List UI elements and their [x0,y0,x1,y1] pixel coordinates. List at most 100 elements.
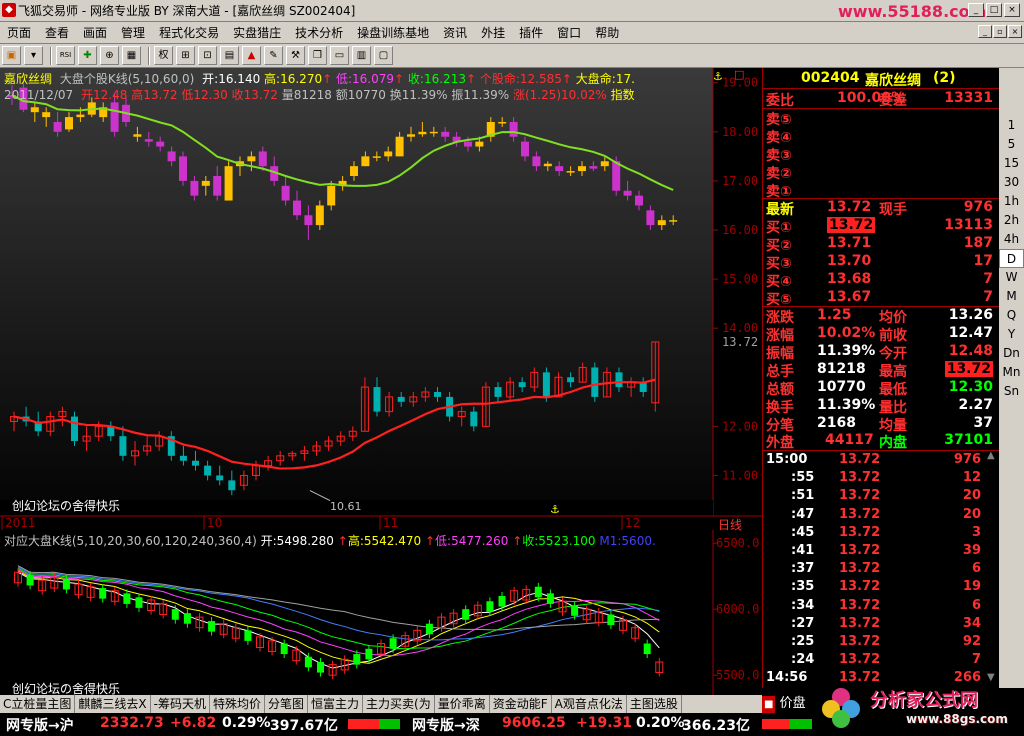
window-icon[interactable]: ▭ [330,46,349,65]
tick-row: :41 13.72 39 [763,543,985,561]
app-logo-icon: ◆ [2,3,16,17]
tick-price: 13.72 [839,670,881,686]
period-30[interactable]: 30 [999,173,1024,192]
pen-icon[interactable]: ✎ [264,46,283,65]
scroll-down-icon[interactable]: ▼ [987,672,995,683]
candle-body [156,141,165,147]
menu-window[interactable]: 窗口 [550,24,588,41]
menu-page[interactable]: 页面 [0,24,38,41]
candle-body [133,134,142,137]
buy-level-price: 13.70 [827,253,872,269]
watermark-logo: 分析家公式网 www.88gs.com [820,686,1020,732]
tick-volume: 34 [962,615,981,631]
period-1h[interactable]: 1h [999,192,1024,211]
candle-body [144,139,153,142]
chart-icon[interactable]: ▤ [220,46,239,65]
buy-level-volume: 7 [983,271,993,287]
up-arrow-icon: ↑ [424,534,436,548]
indicator-tab[interactable]: 分笔图 [265,695,308,713]
candle-body [315,205,324,226]
period-y[interactable]: Y [999,325,1024,344]
kline-indicator-label[interactable]: 大盘个股K线(5,10,60,0) [60,72,195,86]
tools-icon[interactable]: ⚒ [286,46,305,65]
quan-button[interactable]: 权 [154,46,173,65]
mdi-minimize-icon[interactable]: _ [978,25,992,38]
mdi-restore-icon[interactable]: ▫ [993,25,1007,38]
layout-icon[interactable]: ▥ [352,46,371,65]
menu-manage[interactable]: 管理 [114,24,152,41]
grid-icon[interactable]: ▦ [122,46,141,65]
indicator-tab[interactable]: 量价乖离 [435,695,490,713]
sell-level-row: 卖② [763,163,999,182]
tick-price: 13.72 [839,652,881,668]
crosshair-icon[interactable]: ✚ [78,46,97,65]
close-icon[interactable]: × [1004,3,1020,17]
menu-view[interactable]: 查看 [38,24,76,41]
open-value: 16.140 [218,72,261,86]
indicator-tab[interactable]: 特殊均价 [210,695,265,713]
sz-change: +19.31 [576,715,633,731]
mdi-controls: _ ▫ × [978,25,1022,38]
mdi-close-icon[interactable]: × [1008,25,1022,38]
scroll-up-icon[interactable]: ▲ [987,450,995,461]
anchor-icon[interactable]: ⚓ [713,70,723,83]
stat-row: 总额 10770 最低 12.30 [763,379,999,398]
indicator-tab[interactable]: 麒麟三线去X [75,695,151,713]
maximize-icon[interactable]: □ [986,3,1002,17]
indicator-tab[interactable]: 主图选股 [627,695,682,713]
cube-icon[interactable]: ❒ [308,46,327,65]
period-15[interactable]: 15 [999,154,1024,173]
menu-live-hunt[interactable]: 实盘猎庄 [226,24,288,41]
candle-body [216,475,224,481]
screen-icon[interactable]: ▢ [374,46,393,65]
sub-indicator-label[interactable]: 对应大盘K线(5,10,20,30,60,120,240,360,4) [4,534,257,548]
period-mn[interactable]: Mn [999,363,1024,382]
period-2h[interactable]: 2h [999,211,1024,230]
indicator-tab[interactable]: C立桩量主图 [0,695,76,713]
minimize-icon[interactable]: _ [968,3,984,17]
tick-time: :55 [791,470,815,486]
tick-time: :35 [791,579,815,595]
kline-chart[interactable]: 19.0018.0017.0016.0015.0014.0012.0011.00… [0,68,762,530]
period-4h[interactable]: 4h [999,230,1024,249]
menu-news[interactable]: 资讯 [436,24,474,41]
sub-candle-body [486,601,494,612]
rsi-button[interactable]: RSI [56,46,75,65]
indicator-tab[interactable]: 主力买卖(为 [363,695,435,713]
dropdown-icon[interactable]: ▾ [24,46,43,65]
buy-level-price: 13.71 [827,235,872,251]
indicator-tab[interactable]: 恒富主力 [308,695,364,713]
zoom-icon[interactable]: ⊕ [100,46,119,65]
menu-help[interactable]: 帮助 [588,24,626,41]
compare-icon[interactable]: ⊡ [198,46,217,65]
period-q[interactable]: Q [999,306,1024,325]
menu-plugins[interactable]: 插件 [512,24,550,41]
menu-tech-analysis[interactable]: 技术分析 [288,24,350,41]
menu-program-trade[interactable]: 程式化交易 [152,24,226,41]
period-w[interactable]: W [999,268,1024,287]
sub-candle-body [389,638,397,649]
period-d[interactable]: D [999,249,1024,268]
sub-candle-body [498,596,506,607]
period-sn[interactable]: Sn [999,382,1024,401]
menu-screen[interactable]: 画面 [76,24,114,41]
expand-icon[interactable]: □ [734,68,744,81]
period-5[interactable]: 5 [999,135,1024,154]
menu-plugin-ext[interactable]: 外挂 [474,24,512,41]
period-sidebar: 1 5 15 30 1h 2h 4h D W M Q Y Dn Mn Sn [999,68,1024,688]
indicator-icon[interactable]: ⊞ [176,46,195,65]
open-icon[interactable]: ▣ [2,46,21,65]
alert-icon[interactable]: ▲ [242,46,261,65]
indicator-tab[interactable]: -筹码天机 [151,695,210,713]
menu-training[interactable]: 操盘训练基地 [350,24,436,41]
sz-pct: 0.20% [636,715,685,731]
period-dn[interactable]: Dn [999,344,1024,363]
stat-value: 10770 [817,379,866,395]
index-kline-chart[interactable]: 6500.0 6000.0 5500.0 [0,530,762,695]
anchor-bottom-icon[interactable]: ⚓ [550,503,560,516]
period-1[interactable]: 1 [999,116,1024,135]
period-m[interactable]: M [999,287,1024,306]
candle-body [327,185,336,206]
indicator-tab[interactable]: 资金动能F [490,695,552,713]
indicator-tab[interactable]: A观音点化法 [552,695,627,713]
